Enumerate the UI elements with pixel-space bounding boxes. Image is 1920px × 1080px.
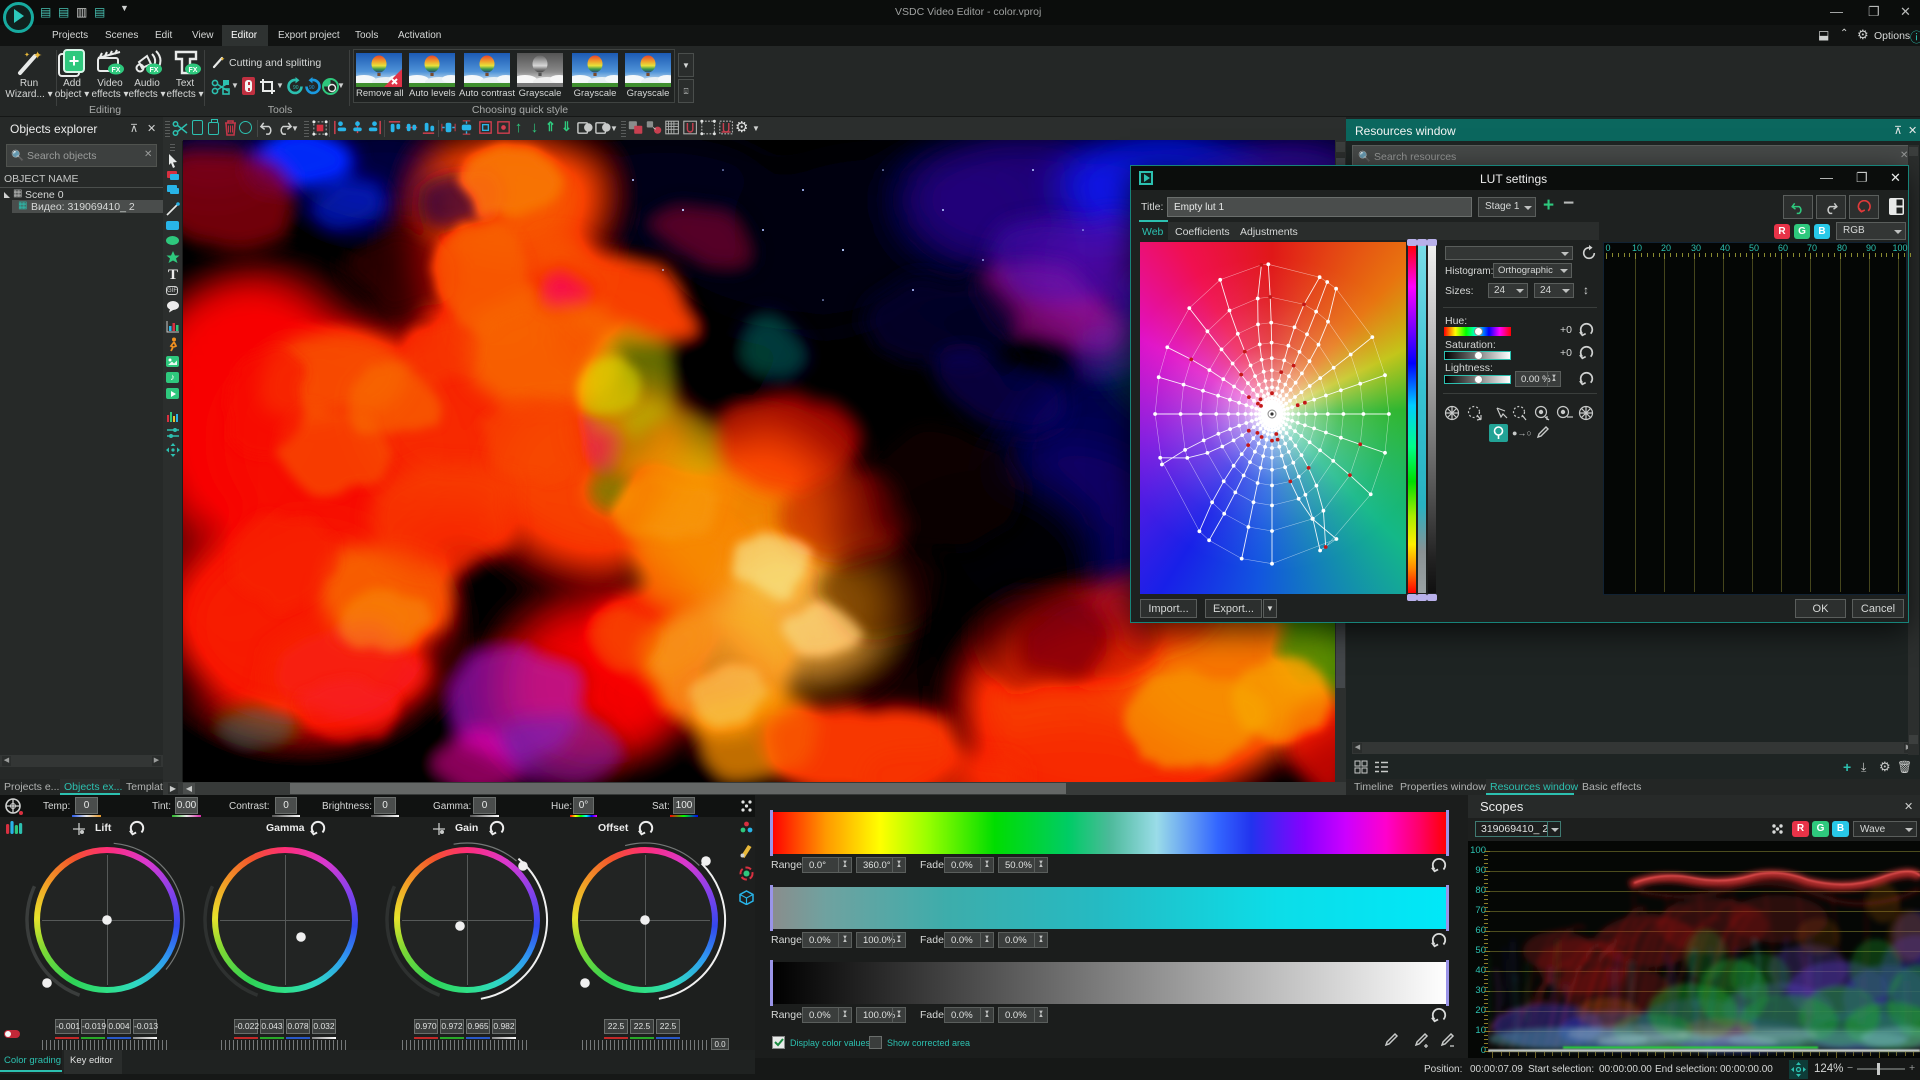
svg-text:✦: ✦ xyxy=(24,51,30,59)
svg-text:FX: FX xyxy=(189,67,198,74)
svg-text:90: 90 xyxy=(293,85,299,91)
svg-text:✦: ✦ xyxy=(220,56,225,63)
svg-text:FX: FX xyxy=(150,67,159,74)
svg-text:✦: ✦ xyxy=(33,50,42,62)
svg-text:90: 90 xyxy=(309,85,315,91)
svg-text:FX: FX xyxy=(112,67,121,74)
